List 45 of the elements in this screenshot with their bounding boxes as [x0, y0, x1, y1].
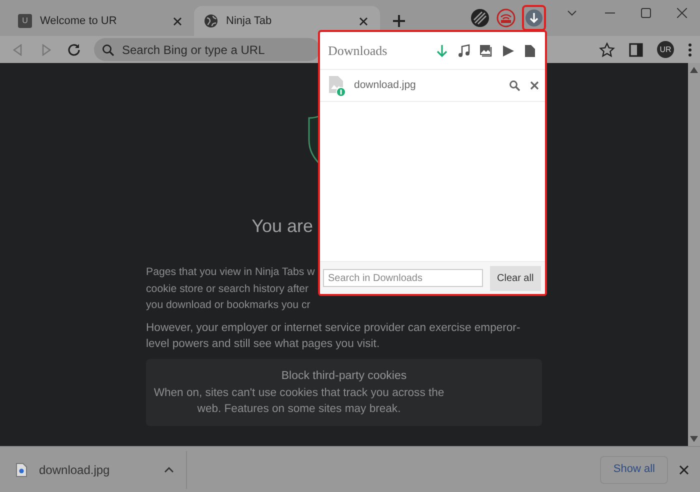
file-name: download.jpg — [39, 462, 111, 478]
paragraph-line: cookie store or search history after — [146, 282, 309, 296]
maximize-icon — [641, 8, 651, 18]
star-icon[interactable] — [599, 42, 615, 58]
file-name: download.jpg — [354, 78, 417, 93]
document-icon[interactable] — [523, 44, 537, 58]
browser-tab[interactable]: Ninja Tab — [194, 6, 380, 36]
popup-title: Downloads — [328, 42, 388, 60]
sidebar-icon[interactable] — [629, 42, 643, 56]
search-icon — [102, 44, 114, 56]
download-icon — [525, 9, 543, 27]
favicon-icon: U — [18, 14, 32, 28]
cookie-description: When on, sites can't use cookies that track you across the web. Features on some sites may break. — [152, 386, 446, 417]
download-chip[interactable]: download.jpg — [0, 450, 186, 488]
show-all-button[interactable]: Show all — [600, 456, 668, 484]
profile-avatar[interactable]: UR — [657, 41, 674, 58]
chevron-down-icon — [567, 10, 577, 16]
download-item[interactable]: download.jpg — [320, 70, 545, 102]
menu-icon[interactable] — [688, 42, 692, 56]
globe-icon — [204, 14, 218, 28]
page-paragraph: However, your employer or internet service provider can exercise emperor-level powers and still see what pages you visit. — [146, 320, 522, 352]
search-icon[interactable] — [509, 80, 520, 91]
striped-globe-icon[interactable] — [470, 8, 490, 28]
minimize-icon — [605, 12, 615, 14]
image-icon[interactable] — [479, 44, 493, 58]
address-placeholder: Search Bing or type a URL — [122, 42, 265, 58]
browser-tab[interactable]: U Welcome to UR — [8, 6, 194, 36]
close-icon — [677, 8, 687, 18]
paragraph-line: you download or bookmarks you cr — [146, 298, 310, 313]
close-icon — [679, 464, 689, 474]
cookie-title: Block third-party cookies — [281, 368, 407, 384]
paragraph-line: Pages that you view in Ninja Tabs w — [146, 265, 315, 280]
plus-icon — [392, 14, 406, 28]
file-icon — [16, 462, 27, 476]
scroll-bar[interactable] — [688, 63, 700, 446]
close-icon[interactable] — [530, 81, 539, 90]
clear-all-button[interactable]: Clear all — [490, 266, 541, 290]
image-file-icon — [328, 74, 346, 96]
address-bar[interactable]: Search Bing or type a URL — [94, 38, 320, 61]
search-downloads-field[interactable]: Search in Downloads — [323, 269, 483, 287]
play-icon[interactable] — [501, 44, 515, 58]
arrow-down-icon[interactable] — [435, 44, 449, 58]
caret-icon[interactable] — [164, 466, 174, 472]
music-note-icon[interactable] — [457, 44, 471, 58]
page-heading: You are — [252, 215, 314, 238]
